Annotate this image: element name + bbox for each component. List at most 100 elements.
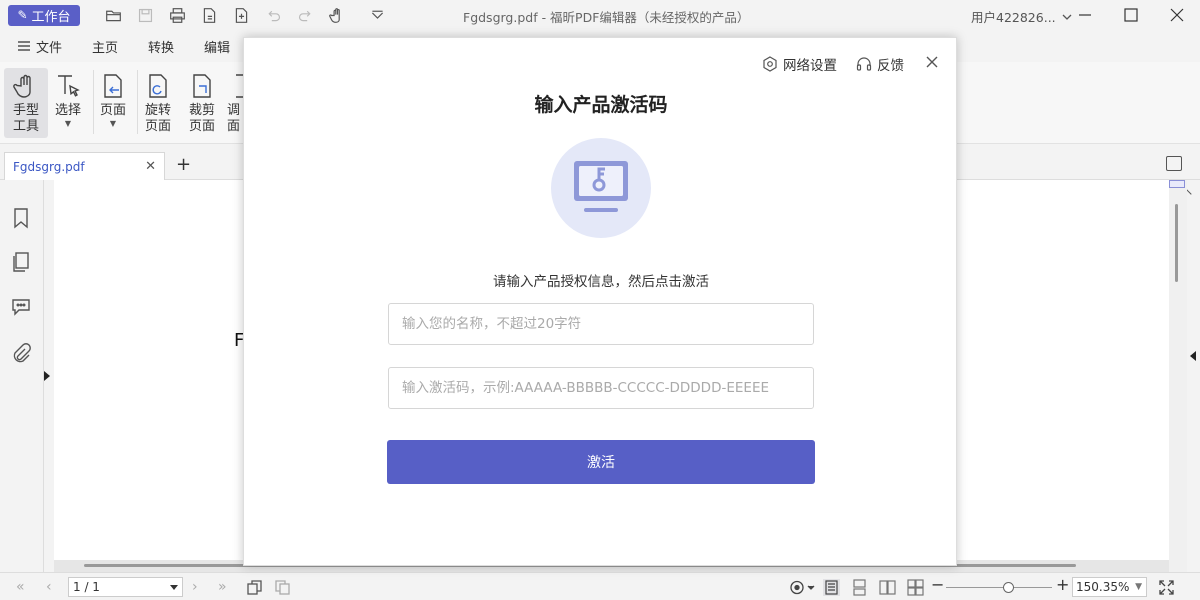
menu-home[interactable]: 主页	[77, 37, 133, 56]
undo-icon[interactable]	[262, 4, 284, 26]
expand-sidebar-arrow-icon[interactable]	[44, 371, 50, 381]
close-window-button[interactable]	[1154, 0, 1200, 30]
page-select-dropdown-icon	[170, 584, 178, 590]
redo-icon[interactable]	[294, 4, 316, 26]
status-bar: « ‹ 1 / 1 › » − + 150.35% ▼	[0, 572, 1200, 600]
page-insert-icon	[104, 74, 122, 98]
zoom-in-icon[interactable]: +	[1056, 577, 1069, 593]
crop-page-label-1: 裁剪	[188, 103, 215, 118]
comments-icon[interactable]	[10, 295, 32, 317]
document-tab[interactable]: Fgdsgrg.pdf ✕	[4, 152, 165, 180]
document-tab-label: Fgdsgrg.pdf	[13, 159, 85, 174]
hand-tool-dropdown-icon[interactable]	[326, 4, 348, 26]
text-select-icon	[58, 75, 80, 97]
new-document-icon[interactable]	[198, 4, 220, 26]
toggle-panel-icon[interactable]	[1166, 156, 1182, 171]
zoom-slider-track[interactable]	[946, 587, 1052, 588]
network-settings-icon	[763, 56, 777, 72]
add-page-icon[interactable]	[230, 4, 252, 26]
user-name: 用户422826...	[971, 10, 1056, 25]
view-mode-eye-icon[interactable]	[788, 579, 816, 596]
adjust-page-button[interactable]: 调 面	[222, 68, 244, 138]
zoom-out-icon[interactable]: −	[931, 577, 944, 593]
feedback-label: 反馈	[877, 58, 904, 74]
first-page-icon[interactable]: «	[16, 580, 25, 594]
workbench-button[interactable]: ✎ 工作台	[8, 4, 80, 26]
save-icon[interactable]	[134, 4, 156, 26]
new-tab-button[interactable]: +	[176, 156, 191, 174]
dialog-title: 输入产品激活码	[534, 94, 668, 116]
zoom-dropdown-icon: ▼	[1135, 582, 1142, 592]
rotate-page-label-1: 旋转	[144, 103, 171, 118]
feedback-button[interactable]: 反馈	[856, 54, 904, 74]
rotate-page-button[interactable]: 旋转 页面	[136, 68, 180, 138]
attachment-icon[interactable]	[10, 342, 32, 364]
menu-edit[interactable]: 编辑	[189, 37, 245, 56]
page-tool-button[interactable]: 页面 ▼	[91, 68, 135, 138]
window-controls	[1062, 0, 1200, 30]
maximize-button[interactable]	[1108, 0, 1154, 30]
title-bar: ✎ 工作台 Fgdsgrg.pdf - 福昕PDF编辑器（未经授权的产品） 用户…	[0, 0, 1200, 30]
activate-button[interactable]: 激活	[387, 440, 815, 484]
menu-file-label: 文件	[36, 40, 63, 56]
hand-icon	[13, 74, 31, 98]
hand-tool-label-2: 工具	[12, 119, 39, 134]
headset-icon	[856, 57, 872, 71]
crop-page-icon	[193, 74, 211, 98]
menu-file[interactable]: 文件	[0, 37, 77, 56]
page-indicator: 1 / 1	[73, 580, 100, 594]
network-settings-label: 网络设置	[783, 58, 837, 74]
scroll-position-marker	[1169, 180, 1185, 188]
workbench-icon: ✎	[17, 8, 28, 22]
continuous-facing-view-icon[interactable]	[907, 579, 924, 596]
zoom-level-value: 150.35%	[1076, 580, 1130, 594]
open-folder-icon[interactable]	[102, 4, 124, 26]
rotate-page-label-2: 页面	[144, 119, 171, 134]
single-page-view-icon[interactable]	[823, 579, 840, 596]
dialog-instructions: 请输入产品授权信息，然后点击激活	[493, 274, 709, 290]
last-page-icon[interactable]: »	[218, 580, 227, 594]
license-key-illustration	[551, 138, 651, 238]
workbench-label: 工作台	[31, 9, 71, 25]
adjust-page-icon	[236, 74, 244, 98]
zoom-level-select[interactable]: 150.35% ▼	[1072, 577, 1147, 597]
crop-page-label-2: 页面	[188, 119, 215, 134]
minimize-button[interactable]	[1062, 0, 1108, 30]
rotate-page-icon	[149, 74, 167, 98]
customize-toolbar-icon[interactable]	[366, 4, 388, 26]
adjust-page-label-2: 面	[227, 119, 241, 134]
page-number-select[interactable]: 1 / 1	[68, 577, 183, 597]
next-view-icon[interactable]	[274, 579, 291, 596]
close-dialog-icon[interactable]	[924, 54, 940, 70]
quick-access-toolbar	[102, 4, 388, 26]
menu-convert[interactable]: 转换	[133, 37, 189, 56]
continuous-view-icon[interactable]	[851, 579, 868, 596]
left-sidebar	[0, 180, 44, 572]
page-tool-label: 页面	[99, 103, 126, 118]
hand-tool-label-1: 手型	[12, 103, 39, 118]
fullscreen-icon[interactable]	[1158, 579, 1175, 596]
close-tab-icon[interactable]: ✕	[145, 159, 156, 174]
activation-dialog: 网络设置 反馈 输入产品激活码 请输入产品授权信息，然后点击激活 激活	[243, 37, 957, 566]
vertical-scrollbar[interactable]	[1169, 180, 1187, 572]
page-thumbnails-icon[interactable]	[10, 251, 32, 273]
scrollbar-thumb[interactable]	[1175, 204, 1178, 282]
key-monitor-icon	[574, 161, 628, 212]
previous-view-icon[interactable]	[246, 579, 263, 596]
hand-tool-button[interactable]: 手型 工具	[4, 68, 48, 138]
next-page-icon[interactable]: ›	[192, 580, 198, 594]
user-account[interactable]: 用户422826...	[971, 7, 1072, 26]
select-tool-label: 选择	[54, 103, 81, 118]
network-settings-button[interactable]: 网络设置	[762, 54, 837, 74]
crop-page-button[interactable]: 裁剪 页面	[180, 68, 224, 138]
previous-page-icon[interactable]: ‹	[46, 580, 52, 594]
menu-hamburger-icon	[18, 41, 30, 51]
expand-right-panel-arrow-icon[interactable]	[1190, 351, 1196, 361]
select-tool-button[interactable]: 选择 ▼	[46, 68, 90, 138]
facing-view-icon[interactable]	[879, 579, 896, 596]
activation-code-input[interactable]	[388, 367, 814, 409]
zoom-slider-knob[interactable]	[1003, 582, 1014, 593]
print-icon[interactable]	[166, 4, 188, 26]
bookmark-icon[interactable]	[10, 207, 32, 229]
user-name-input[interactable]	[388, 303, 814, 345]
